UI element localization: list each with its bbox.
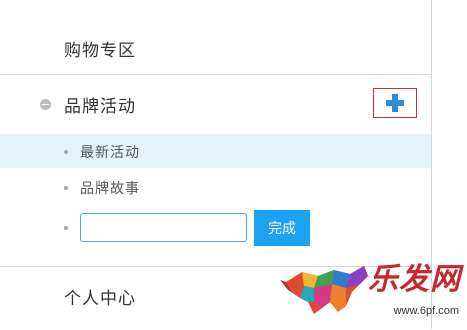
subitem-label: 最新活动 xyxy=(80,145,140,161)
new-subitem-input[interactable] xyxy=(80,213,247,242)
plus-icon xyxy=(386,94,404,112)
menu-item-shopping[interactable]: 购物专区 xyxy=(0,20,431,75)
subitem-latest-activity[interactable]: 最新活动 xyxy=(0,134,431,168)
bull-logo xyxy=(280,266,368,314)
bullet-dot-icon xyxy=(64,226,68,230)
watermark-brand: 乐发网 xyxy=(368,262,461,297)
done-button[interactable]: 完成 xyxy=(254,210,310,246)
new-subitem-row: 完成 xyxy=(0,208,431,252)
watermark-url: www.6pf.com xyxy=(393,305,459,317)
minus-circle-icon[interactable] xyxy=(40,99,51,110)
bullet-dot-icon xyxy=(64,150,68,154)
add-subitem-button[interactable] xyxy=(373,88,417,118)
menu-item-shopping-label: 购物专区 xyxy=(64,41,136,61)
menu-item-personal-center-label: 个人中心 xyxy=(64,289,136,309)
bullet-dot-icon xyxy=(64,186,68,190)
menu-item-brand-activity-label: 品牌活动 xyxy=(64,97,136,117)
subitem-brand-story[interactable]: 品牌故事 xyxy=(0,170,431,204)
subitem-label: 品牌故事 xyxy=(80,181,140,197)
menu-item-brand-activity[interactable]: 品牌活动 xyxy=(0,74,431,134)
